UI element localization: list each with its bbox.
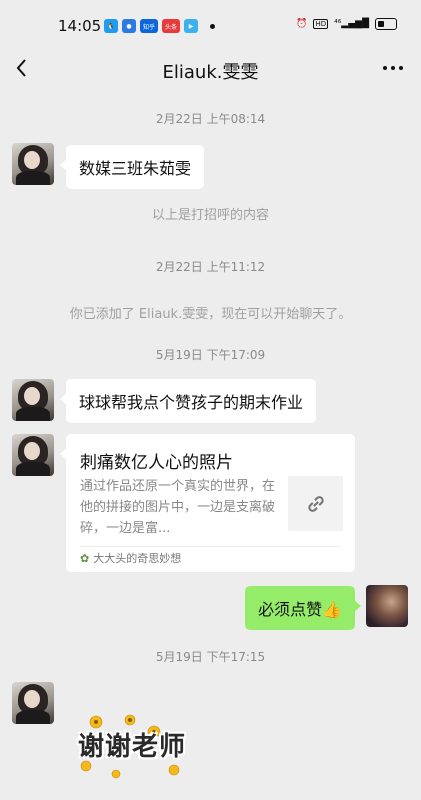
chat-header: Eliauk.雯雯	[0, 44, 421, 96]
toutiao-icon: 头条	[162, 19, 180, 33]
my-avatar[interactable]	[366, 585, 408, 627]
hd-icon: HD	[313, 19, 329, 29]
status-bar: 14:05 🐧 ● 知乎 头条 ▶ ⏰ HD ⁴⁶▂▄▆█	[0, 0, 421, 44]
divider	[80, 546, 341, 547]
chat-title: Eliauk.雯雯	[162, 62, 259, 83]
link-card-title: 刺痛数亿人心的照片	[80, 453, 233, 473]
link-card-description: 通过作品还原一个真实的世界，在他的拼接的图片中，一边是支离破碎，一边是富...	[80, 479, 276, 536]
system-message: 以上是打招呼的内容	[151, 208, 269, 223]
contact-avatar[interactable]	[12, 143, 54, 185]
contact-avatar[interactable]	[12, 434, 54, 476]
timestamp: 5月19日 下午17:09	[155, 348, 266, 362]
app-blue-icon: ●	[122, 19, 136, 33]
battery-icon	[375, 18, 397, 30]
more-options-icon[interactable]	[383, 66, 403, 70]
link-icon	[288, 476, 343, 531]
zhihu-icon: 知乎	[140, 19, 158, 33]
link-card-source-label: 大大头的奇思妙想	[93, 552, 182, 565]
link-card[interactable]: 刺痛数亿人心的照片 通过作品还原一个真实的世界，在他的拼接的图片中，一边是支离破…	[60, 434, 355, 572]
signal-icon: ⁴⁶▂▄▆█	[334, 19, 369, 29]
timestamp: 5月19日 下午17:15	[155, 650, 266, 664]
status-time: 14:05	[58, 17, 102, 35]
play-icon: ▶	[184, 19, 198, 33]
contact-avatar[interactable]	[12, 379, 54, 421]
message-bubble[interactable]: 数媒三班朱茹雯	[59, 145, 205, 189]
timestamp: 2月22日 上午08:14	[155, 112, 266, 126]
status-app-icons: 🐧 ● 知乎 头条 ▶	[104, 19, 215, 33]
system-message: 你已添加了 Eliauk.雯雯，现在可以开始聊天了。	[69, 307, 352, 322]
contact-avatar[interactable]	[12, 682, 54, 724]
source-icon: ✿	[80, 551, 90, 565]
link-card-source: ✿ 大大头的奇思妙想	[80, 550, 181, 566]
notification-dot-icon	[210, 23, 215, 29]
qq-icon: 🐧	[104, 19, 118, 33]
status-right: ⏰ HD ⁴⁶▂▄▆█	[296, 18, 397, 30]
sticker-text: 谢谢老师	[77, 732, 186, 762]
timestamp: 2月22日 上午11:12	[155, 260, 266, 274]
alarm-icon: ⏰	[296, 19, 308, 29]
my-message-bubble[interactable]: 必须点赞👍	[245, 586, 361, 630]
thank-you-sticker[interactable]: 谢谢老师	[72, 712, 192, 786]
message-bubble[interactable]: 球球帮我点个赞孩子的期末作业	[59, 379, 317, 423]
